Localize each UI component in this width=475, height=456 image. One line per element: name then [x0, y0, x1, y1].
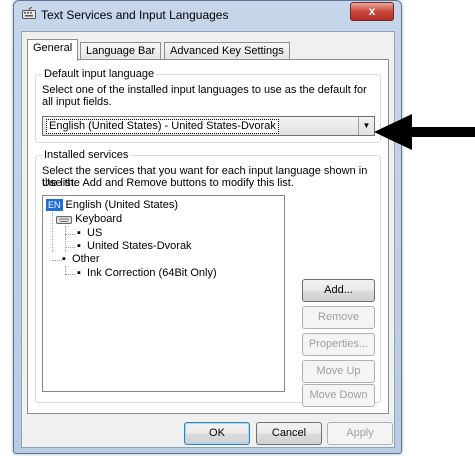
- installed-services-description-2: Use the Add and Remove buttons to modify…: [42, 177, 294, 189]
- ok-button[interactable]: OK: [184, 422, 250, 445]
- tree-item-ink-correction-label: Ink Correction (64Bit Only): [87, 267, 217, 279]
- tree-item-english-label: English (United States): [65, 199, 179, 211]
- installed-services-tree[interactable]: ENEnglish (United States) Keyboard ▪ US: [42, 195, 285, 392]
- keyboard-icon: [56, 216, 72, 225]
- move-down-button[interactable]: Move Down: [302, 384, 375, 407]
- keyboard-app-icon: [22, 7, 36, 19]
- dialog-client: General Language Bar Advanced Key Settin…: [21, 31, 395, 448]
- default-input-language-legend: Default input language: [42, 68, 157, 80]
- installed-services-group: Installed services Select the services t…: [35, 149, 381, 407]
- close-button[interactable]: x: [350, 2, 394, 21]
- tree-item-dvorak[interactable]: ▪ United States-Dvorak: [77, 240, 192, 253]
- tree-item-english[interactable]: EN English (United States): [46, 199, 178, 212]
- apply-button[interactable]: Apply: [327, 422, 393, 445]
- installed-services-legend: Installed services: [42, 149, 131, 161]
- tree-item-us[interactable]: ▪ US: [77, 227, 102, 240]
- tree-item-ink-correction[interactable]: ▪ Ink Correction (64Bit Only): [77, 267, 217, 280]
- dialog-window: Text Services and Input Languages x Gene…: [13, 0, 402, 454]
- window-title: Text Services and Input Languages: [41, 8, 229, 22]
- annotation-arrow-icon: [374, 114, 475, 150]
- chevron-down-icon[interactable]: ▼: [358, 117, 374, 135]
- add-button[interactable]: Add...: [302, 279, 375, 302]
- tree-item-other[interactable]: ▪ Other: [62, 253, 100, 266]
- tab-general[interactable]: General: [27, 39, 79, 61]
- cancel-button[interactable]: Cancel: [256, 422, 322, 445]
- tree-item-other-label: Other: [72, 253, 100, 265]
- tab-language-bar[interactable]: Language Bar: [80, 42, 162, 60]
- remove-button[interactable]: Remove: [302, 306, 375, 329]
- tree-item-dvorak-label: United States-Dvorak: [87, 240, 192, 252]
- default-language-dropdown[interactable]: English (United States) - United States-…: [42, 116, 375, 136]
- tree-item-us-label: US: [87, 227, 103, 239]
- tree-item-keyboard-label: Keyboard: [75, 213, 123, 225]
- tree-item-keyboard[interactable]: Keyboard: [56, 213, 122, 226]
- general-tab-panel: Default input language Select one of the…: [27, 59, 389, 414]
- tab-advanced-key-settings[interactable]: Advanced Key Settings: [164, 42, 290, 60]
- default-input-language-group: Default input language Select one of the…: [35, 68, 381, 143]
- properties-button[interactable]: Properties...: [302, 333, 375, 356]
- move-up-button[interactable]: Move Up: [302, 360, 375, 383]
- default-input-language-description: Select one of the installed input langua…: [42, 84, 367, 108]
- title-bar[interactable]: Text Services and Input Languages x: [14, 1, 401, 27]
- default-language-selected: English (United States) - United States-…: [46, 119, 279, 134]
- language-badge: EN: [46, 199, 63, 211]
